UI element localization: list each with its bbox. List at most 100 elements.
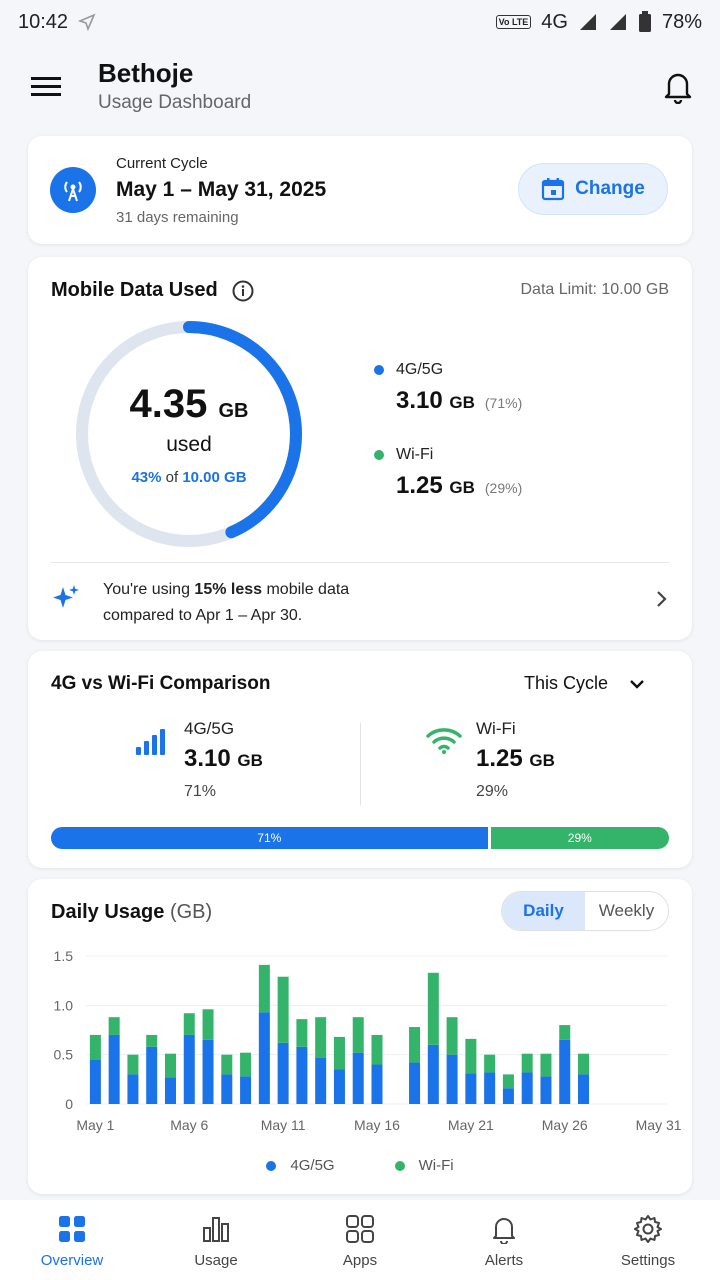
bar-mobile: [578, 1074, 590, 1104]
bar-mobile: [258, 1012, 270, 1104]
usage-insight-text: You're using 15% less mobile data compar…: [103, 581, 350, 624]
wifi-dot: [374, 450, 384, 460]
chevron-right-icon: [657, 591, 667, 607]
info-icon[interactable]: [232, 280, 254, 302]
used-label: used: [166, 433, 212, 456]
signal-icon-secondary: [609, 14, 626, 30]
app-subtitle: Usage Dashboard: [98, 92, 252, 113]
nav-usage[interactable]: Usage: [144, 1200, 288, 1280]
legend-dot-mobile: [266, 1160, 277, 1171]
apps-grid-icon: [346, 1215, 374, 1243]
bar-wifi: [108, 1017, 120, 1035]
nav-settings[interactable]: Settings: [576, 1200, 720, 1280]
x-tick-label: May 1: [76, 1117, 114, 1133]
bar-mobile: [465, 1073, 477, 1104]
app-bar: Bethoje Usage Dashboard: [0, 50, 720, 130]
nav-overview[interactable]: Overview: [0, 1200, 144, 1280]
bar-wifi: [540, 1053, 552, 1077]
volte-badge: Vo LTE: [495, 15, 532, 29]
change-cycle-button[interactable]: Change: [518, 163, 668, 215]
bar-mobile: [540, 1076, 552, 1104]
split-bar-mobile: 71%: [51, 827, 488, 849]
cycle-label: Current Cycle: [116, 155, 208, 172]
app-title: Bethoje: [98, 58, 194, 88]
network-type: 4G: [541, 10, 568, 33]
bar-wifi: [258, 964, 270, 1013]
bar-wifi: [296, 1019, 308, 1047]
battery-icon: [638, 11, 651, 32]
data-limit-text: Data Limit: 10.00 GB: [520, 281, 669, 298]
battery-level: 78%: [661, 10, 702, 33]
split-bar-wifi: 29%: [490, 827, 669, 849]
bar-mobile: [427, 1044, 439, 1104]
bar-wifi: [371, 1034, 383, 1065]
bar-mobile: [202, 1039, 214, 1104]
bar-wifi: [352, 1017, 364, 1053]
usage-insight-row[interactable]: You're using 15% less mobile data compar…: [51, 575, 671, 627]
y-tick-label: 1.0: [54, 997, 74, 1013]
x-tick-label: May 31: [636, 1117, 682, 1133]
x-tick-label: May 16: [354, 1117, 400, 1133]
bar-mobile: [409, 1062, 421, 1104]
bar-wifi: [146, 1034, 158, 1047]
menu-icon[interactable]: [28, 72, 64, 102]
bar-wifi: [427, 972, 439, 1045]
comparison-card: 4G vs Wi-Fi Comparison This Cycle 4G/5G …: [28, 651, 692, 868]
grid-icon: [59, 1216, 85, 1242]
y-tick-label: 0.5: [54, 1047, 74, 1063]
bar-mobile: [296, 1046, 308, 1104]
comparison-split-bar: 71% 29%: [51, 827, 669, 849]
bar-wifi: [333, 1036, 345, 1070]
daily-usage-title: Daily Usage (GB): [51, 901, 213, 923]
usage-percent-of-limit: 43% of 10.00 GB: [131, 469, 247, 486]
cycle-date-range: May 1 – May 31, 2025: [116, 178, 327, 201]
bar-mobile: [502, 1088, 514, 1104]
bar-wifi: [409, 1027, 421, 1063]
legend-dot-wifi: [394, 1160, 405, 1171]
notifications-bell-icon[interactable]: [660, 68, 696, 104]
bar-wifi: [559, 1025, 571, 1040]
period-selector[interactable]: This Cycle: [524, 673, 646, 694]
bar-mobile: [108, 1034, 120, 1104]
bottom-navigation: Overview Usage Apps Alerts Settings: [0, 1200, 720, 1280]
daily-usage-chart: 0 0.5 1.0 1.5 May 1 May 6 May 11 May 16 May 21 Ma…: [54, 948, 682, 1133]
y-tick-label: 1.5: [54, 948, 74, 964]
wifi-icon: [426, 728, 462, 754]
bar-mobile: [559, 1039, 571, 1104]
bar-wifi: [164, 1053, 176, 1078]
bar-wifi: [183, 1013, 195, 1035]
comparison-mobile: 4G/5G 3.10 GB 71%: [184, 719, 263, 800]
comparison-divider: [360, 723, 361, 805]
toggle-daily[interactable]: Daily: [502, 892, 585, 930]
bar-wifi: [127, 1054, 139, 1075]
bar-mobile: [446, 1054, 458, 1104]
bar-chart-icon: [203, 1217, 229, 1242]
bar-wifi: [89, 1034, 101, 1060]
usage-divider: [51, 562, 669, 563]
bar-mobile: [127, 1074, 139, 1104]
legend-mobile: 4G/5G 3.10 GB (71%): [374, 361, 522, 415]
x-tick-label: May 26: [542, 1117, 588, 1133]
current-cycle-card: Current Cycle May 1 – May 31, 2025 31 da…: [28, 136, 692, 244]
x-tick-label: May 21: [448, 1117, 494, 1133]
bar-mobile: [333, 1069, 345, 1104]
nav-apps[interactable]: Apps: [288, 1200, 432, 1280]
mobile-data-used-card: Mobile Data Used Data Limit: 10.00 GB 4.…: [28, 257, 692, 640]
x-tick-label: May 6: [170, 1117, 208, 1133]
bar-mobile: [371, 1064, 383, 1104]
toggle-weekly[interactable]: Weekly: [585, 892, 668, 930]
total-used-value: 4.35 GB: [129, 382, 249, 426]
calendar-icon: [542, 178, 565, 201]
nav-alerts[interactable]: Alerts: [432, 1200, 576, 1280]
y-tick-label: 0: [65, 1096, 73, 1112]
bar-wifi: [578, 1053, 590, 1075]
change-button-label: Change: [575, 178, 645, 199]
bar-wifi: [277, 976, 289, 1043]
bar-mobile: [277, 1042, 289, 1104]
daily-weekly-toggle[interactable]: Daily Weekly: [501, 891, 669, 931]
bar-wifi: [240, 1052, 252, 1077]
signal-icon: [579, 14, 596, 30]
bar-mobile: [146, 1046, 158, 1104]
cycle-antenna-icon: [50, 167, 96, 213]
comparison-wifi: Wi-Fi 1.25 GB 29%: [476, 719, 555, 800]
